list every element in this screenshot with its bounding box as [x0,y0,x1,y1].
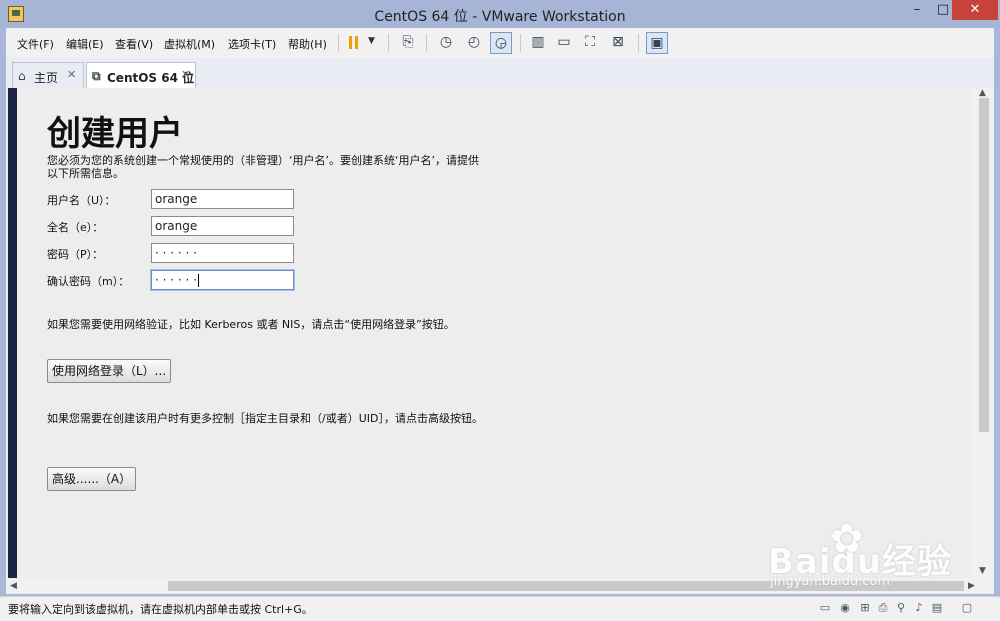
sound-card-icon[interactable]: ♪ [912,601,926,615]
menu-tabs[interactable]: 选项卡(T) [228,36,276,52]
thumbnail-view-icon[interactable]: ▣ [646,32,668,54]
fullname-field[interactable]: orange [151,216,294,236]
advanced-button[interactable]: 高级......（A） [47,467,137,491]
scroll-left-icon[interactable]: ◀ [10,581,17,591]
horizontal-scroll-thumb[interactable] [168,581,964,591]
password-label: 密码（P）： [47,248,104,261]
snapshot-manager-icon[interactable]: ◶ [490,32,512,54]
description-text: 您必须为您的系统创建一个常规使用的（非管理）‘用户名’。要创建系统‘用户名’，请… [47,154,479,180]
menu-view[interactable]: 查看(V) [115,36,153,52]
title-bar: CentOS 64 位 - VMware Workstation – □ ✕ [0,0,1000,28]
usb-icon[interactable]: ⚲ [894,601,908,615]
confirm-password-value: · · · · · · [155,273,197,287]
menu-file[interactable]: 文件(F) [17,36,54,52]
vm-icon: ⧉ [92,69,101,83]
network-login-button[interactable]: 使用网络登录（L）... [47,359,172,383]
page-title: 创建用户 [47,114,183,154]
status-bar: 要将输入定向到该虚拟机，请在虚拟机内部单击或按 Ctrl+G。 ▭ ◉ ⊞ ⎙ … [0,596,1000,621]
window-title: CentOS 64 位 - VMware Workstation [374,9,626,25]
scroll-right-icon[interactable]: ▶ [968,581,975,591]
tab-home[interactable]: ⌂ 主页 ✕ [12,62,84,89]
hard-disk-icon[interactable]: ▭ [818,601,832,615]
toolbar-separator [520,34,521,52]
advanced-text: 如果您需要在创建该用户时有更多控制［指定主目录和（/或者）UID］，请点击高级按… [47,412,483,425]
toolbar: 文件(F) 编辑(E) 查看(V) 虚拟机(M) 选项卡(T) 帮助(H) ▼ … [6,28,994,59]
status-text: 要将输入定向到该虚拟机，请在虚拟机内部单击或按 Ctrl+G。 [8,603,313,616]
pause-icon[interactable] [349,36,352,49]
vertical-scroll-thumb[interactable] [979,98,989,432]
fullname-label: 全名（e）： [47,221,104,234]
text-caret [197,274,199,287]
close-icon[interactable]: ✕ [67,68,76,81]
console-view-icon[interactable]: ▭ [554,32,574,52]
confirm-password-label: 确认密码（m）： [47,275,130,288]
display-icon[interactable]: ▤ [930,601,944,615]
toolbar-separator [638,34,639,52]
password-field[interactable]: · · · · · · [151,243,294,263]
installer-sidebar-strip [8,88,17,578]
snapshot-icon[interactable]: ◷ [436,32,456,52]
fullscreen-icon[interactable]: ⛶ [580,32,600,52]
network-adapter-icon[interactable]: ⊞ [858,601,872,615]
menu-edit[interactable]: 编辑(E) [66,36,104,52]
message-log-icon[interactable]: ▢ [960,601,974,615]
username-label: 用户名（U）： [47,194,116,207]
tab-centos[interactable]: ⧉ CentOS 64 位 ✕ [86,62,196,89]
cd-dvd-icon[interactable]: ◉ [838,601,852,615]
vertical-scrollbar[interactable]: ▲ ▼ [970,88,994,578]
tab-label: 主页 [34,71,59,85]
menu-help[interactable]: 帮助(H) [288,36,327,52]
minimize-button[interactable]: – [904,0,930,20]
vm-screen[interactable]: 创建用户 您必须为您的系统创建一个常规使用的（非管理）‘用户名’。要创建系统‘用… [6,88,994,578]
toolbar-separator [338,34,339,52]
library-view-icon[interactable]: ▥ [528,32,548,52]
revert-snapshot-icon[interactable]: ◴ [464,32,484,52]
close-icon[interactable]: ✕ [181,68,190,81]
toolbar-separator [426,34,427,52]
menu-vm[interactable]: 虚拟机(M) [164,36,215,52]
network-login-text: 如果您需要使用网络验证，比如 Kerberos 或者 NIS，请点击“使用网络登… [47,318,455,331]
confirm-password-field[interactable]: · · · · · · [151,270,294,290]
chevron-down-icon[interactable]: ▼ [368,36,375,46]
unity-icon[interactable]: ⊠ [608,32,628,52]
scroll-up-icon[interactable]: ▲ [979,88,986,98]
horizontal-scrollbar[interactable]: ◀ ▶ [6,578,994,594]
username-field[interactable]: orange [151,189,294,209]
scroll-down-icon[interactable]: ▼ [979,566,986,576]
home-icon: ⌂ [18,69,26,83]
close-button[interactable]: ✕ [952,0,998,20]
tab-bar: ⌂ 主页 ✕ ⧉ CentOS 64 位 ✕ [6,58,994,89]
printer-icon[interactable]: ⎙ [876,601,890,615]
toolbar-separator [388,34,389,52]
send-ctrl-alt-del-icon[interactable]: ⎘ [398,32,418,52]
